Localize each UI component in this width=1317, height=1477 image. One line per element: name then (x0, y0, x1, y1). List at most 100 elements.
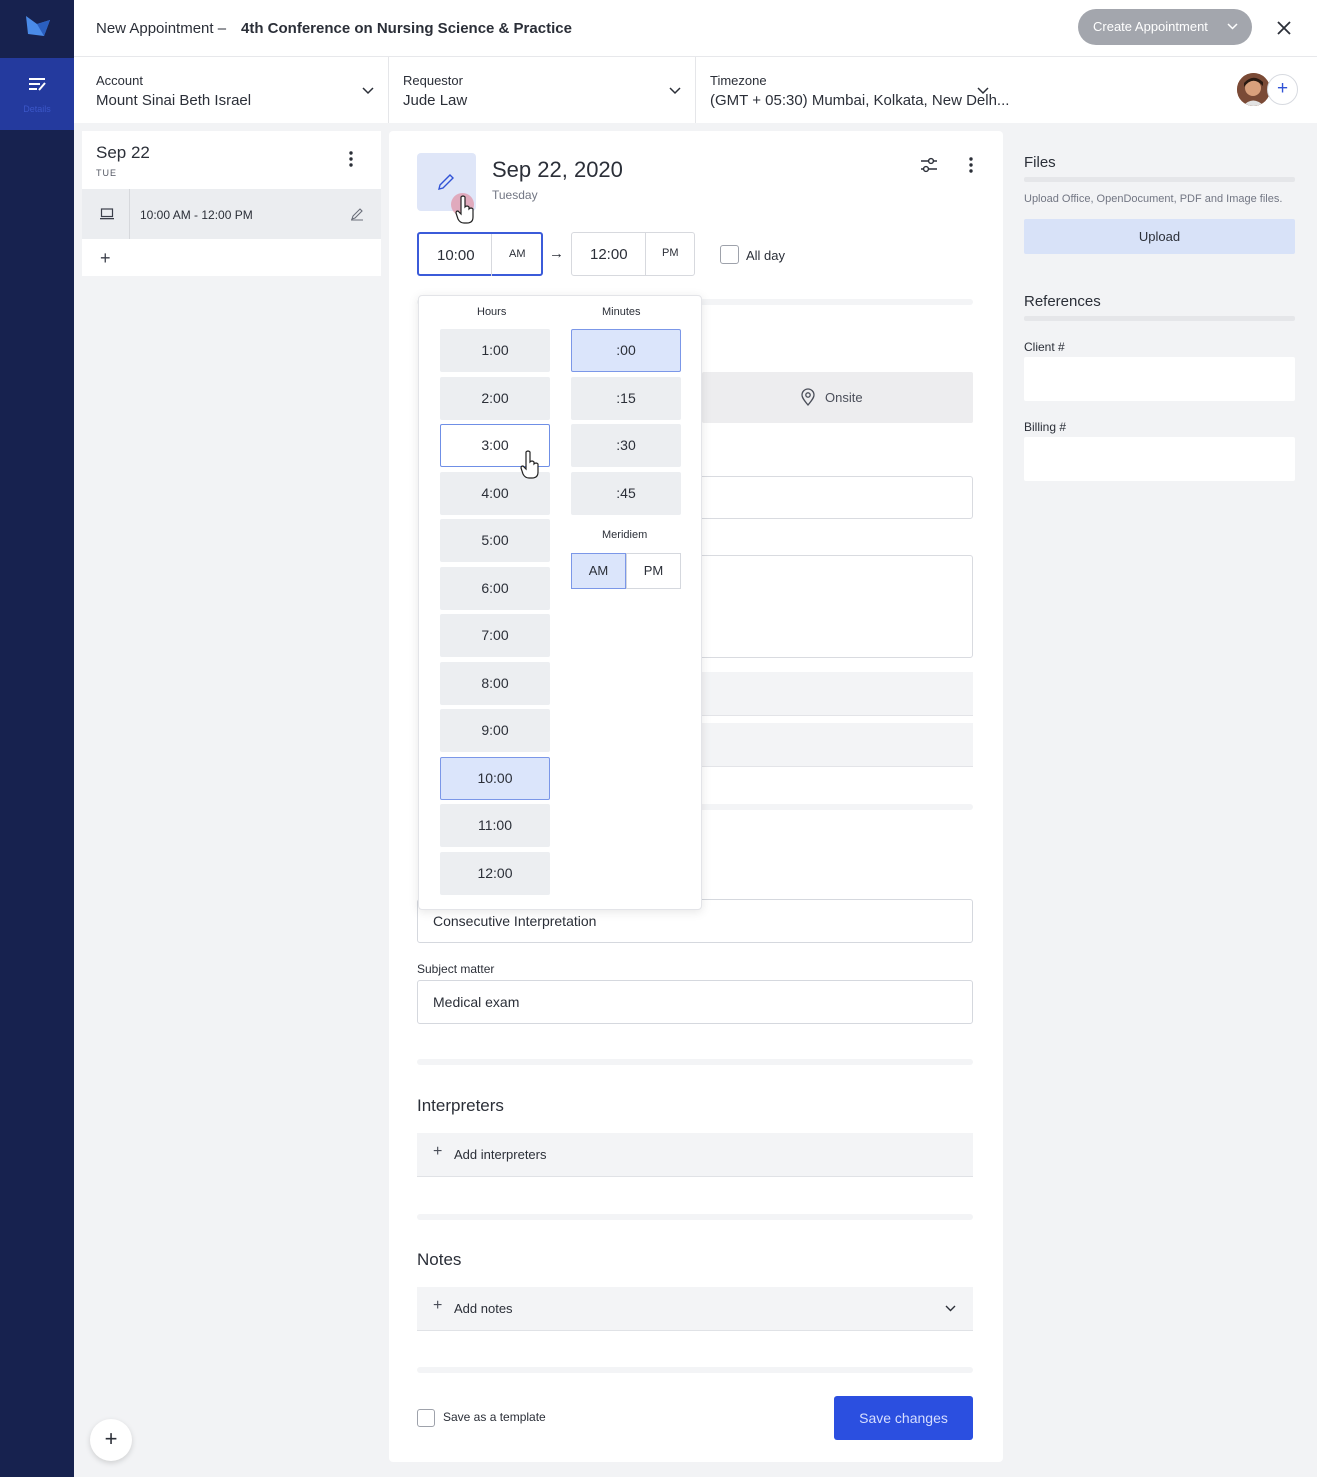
create-appointment-button[interactable]: Create Appointment (1078, 9, 1252, 45)
meridiem-header: Meridiem (602, 529, 648, 541)
divider (129, 189, 130, 239)
add-notes-button[interactable]: + Add notes (417, 1287, 973, 1331)
more-vertical-icon[interactable] (349, 151, 353, 167)
onsite-label: Onsite (825, 390, 863, 405)
client-number-input[interactable] (1024, 357, 1295, 401)
chevron-down-icon[interactable] (945, 1305, 956, 1312)
hour-option[interactable]: 6:00 (440, 566, 550, 610)
hour-option[interactable]: 12:00 (440, 851, 550, 895)
plus-icon: + (433, 1143, 443, 1160)
upload-button[interactable]: Upload (1024, 219, 1295, 254)
add-date-button[interactable]: + (90, 1419, 132, 1461)
appointment-weekday: Tuesday (492, 188, 538, 202)
cursor-pointer-icon (520, 450, 539, 479)
section-divider (1024, 177, 1295, 182)
hour-option[interactable]: 5:00 (440, 519, 550, 562)
interpreters-title: Interpreters (417, 1096, 504, 1115)
create-appointment-label: Create Appointment (1093, 19, 1208, 34)
hour-option[interactable]: 10:00 (440, 756, 550, 800)
chevron-down-icon[interactable] (362, 87, 374, 95)
subject-label: Subject matter (417, 962, 495, 976)
location-pin-icon (801, 388, 815, 406)
title-prefix: New Appointment – (96, 20, 227, 37)
more-vertical-icon[interactable] (969, 157, 973, 173)
references-title: References (1024, 293, 1101, 310)
chevron-down-icon[interactable] (977, 87, 989, 95)
divider (695, 57, 696, 123)
section-divider (689, 804, 973, 810)
section-divider (417, 1367, 973, 1373)
hour-option[interactable]: 9:00 (440, 709, 550, 752)
minute-option[interactable]: :15 (571, 376, 681, 420)
end-time-input[interactable]: 12:00 PM (571, 232, 695, 276)
all-day-label: All day (746, 248, 786, 263)
requestor-label: Requestor (403, 73, 463, 88)
rail-nav-details[interactable]: Details (0, 58, 74, 130)
avatar-image (1237, 73, 1270, 106)
sliders-icon[interactable] (920, 157, 938, 173)
notes-title: Notes (417, 1250, 462, 1269)
meridiem-am-option[interactable]: AM (571, 553, 626, 589)
rail-nav-label: Details (23, 104, 51, 114)
location-input[interactable] (689, 476, 973, 519)
add-participant-button[interactable]: + (1267, 74, 1298, 105)
close-icon[interactable] (1274, 18, 1294, 38)
divider (491, 234, 492, 276)
requestor-value: Jude Law (403, 92, 468, 109)
minutes-header: Minutes (602, 306, 641, 318)
hour-option[interactable]: 11:00 (440, 804, 550, 847)
minute-option[interactable]: :30 (571, 424, 681, 467)
save-template-checkbox[interactable] (417, 1409, 435, 1427)
start-meridiem[interactable]: AM (509, 248, 526, 260)
hour-option[interactable]: 1:00 (440, 329, 550, 372)
section-divider (417, 1214, 973, 1220)
add-interpreters-label: Add interpreters (454, 1147, 547, 1162)
date-column: Sep 22 TUE 10:00 AM - 12:00 PM + (82, 131, 381, 276)
requestor-select[interactable]: Requestor Jude Law (403, 73, 467, 109)
appointment-date: Sep 22, 2020 (492, 157, 623, 182)
hours-header: Hours (477, 306, 507, 318)
chevron-down-icon[interactable] (1227, 23, 1238, 30)
timezone-select[interactable]: Timezone (GMT + 05:30) Mumbai, Kolkata, … (710, 73, 1009, 109)
app-logo-icon[interactable] (22, 10, 54, 42)
divider (388, 57, 389, 123)
section-divider (1024, 316, 1295, 321)
hour-option[interactable]: 7:00 (440, 614, 550, 657)
save-changes-button[interactable]: Save changes (834, 1396, 973, 1440)
start-time-value: 10:00 (437, 247, 475, 264)
all-day-checkbox[interactable] (720, 245, 739, 264)
billing-number-input[interactable] (1024, 437, 1295, 481)
subject-matter-input[interactable]: Medical exam (417, 980, 973, 1024)
left-rail: Details (0, 0, 74, 1477)
save-template-label: Save as a template (443, 1410, 546, 1424)
minute-option[interactable]: :00 (571, 329, 681, 372)
section-divider (417, 1059, 973, 1065)
divider (645, 233, 646, 275)
time-slot-text: 10:00 AM - 12:00 PM (140, 208, 253, 222)
readonly-field (689, 672, 973, 716)
avatar[interactable] (1237, 73, 1270, 106)
hour-option[interactable]: 8:00 (440, 661, 550, 705)
timezone-value: (GMT + 05:30) Mumbai, Kolkata, New Delh.… (710, 92, 1010, 109)
chevron-down-icon[interactable] (669, 87, 681, 95)
add-slot-button[interactable]: + (100, 248, 111, 269)
add-notes-label: Add notes (454, 1301, 513, 1316)
account-select[interactable]: Account Mount Sinai Beth Israel (96, 73, 251, 109)
end-meridiem[interactable]: PM (662, 247, 679, 259)
edit-icon[interactable] (350, 207, 364, 221)
account-value: Mount Sinai Beth Israel (96, 92, 252, 109)
hour-option[interactable]: 2:00 (440, 376, 550, 420)
onsite-tab[interactable]: Onsite (702, 372, 973, 423)
details-icon (29, 78, 46, 91)
minute-option[interactable]: :45 (571, 471, 681, 515)
time-slot-row[interactable]: 10:00 AM - 12:00 PM (82, 189, 381, 239)
page-title: 4th Conference on Nursing Science & Prac… (241, 20, 572, 37)
right-panel: Files Upload Office, OpenDocument, PDF a… (1010, 131, 1317, 1477)
meridiem-pm-option[interactable]: PM (626, 553, 681, 589)
start-time-input[interactable]: 10:00 AM (417, 232, 543, 276)
pencil-icon (438, 174, 454, 190)
address-textarea[interactable] (689, 555, 973, 658)
end-time-value: 12:00 (590, 246, 628, 263)
date-weekday: TUE (96, 168, 117, 178)
add-interpreters-button[interactable]: + Add interpreters (417, 1133, 973, 1177)
